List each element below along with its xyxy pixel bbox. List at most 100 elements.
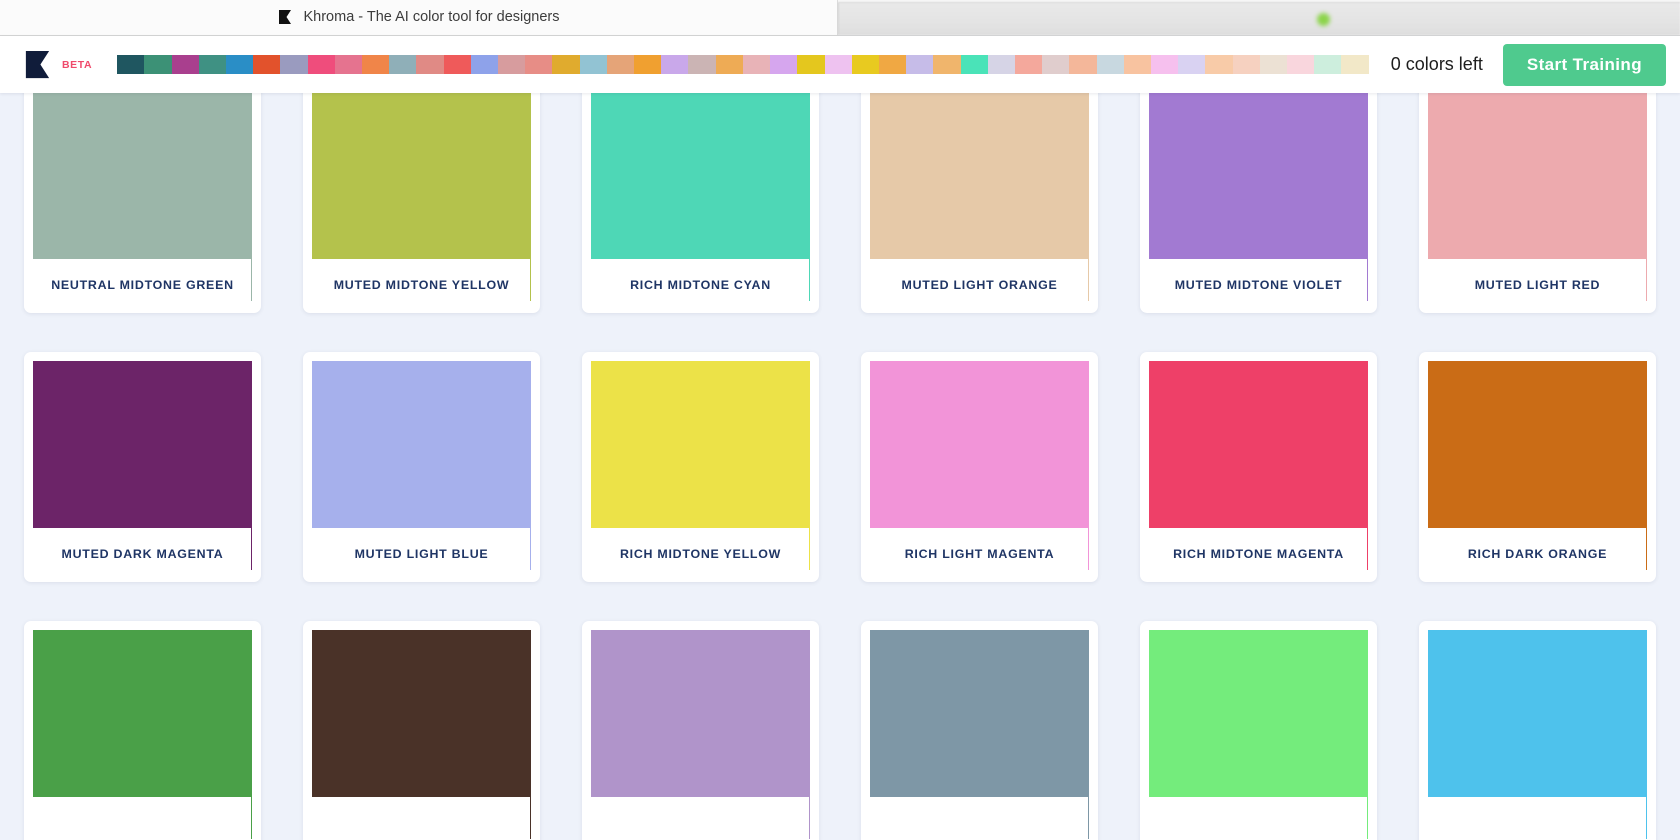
strip-swatch-0[interactable] bbox=[117, 55, 144, 74]
color-card[interactable]: RICH LIGHT MAGENTA bbox=[861, 352, 1098, 582]
strip-swatch-19[interactable] bbox=[634, 55, 661, 74]
strip-swatch-7[interactable] bbox=[308, 55, 335, 74]
color-card[interactable] bbox=[1419, 621, 1656, 840]
strip-swatch-13[interactable] bbox=[471, 55, 498, 74]
strip-swatch-18[interactable] bbox=[607, 55, 634, 74]
strip-swatch-1[interactable] bbox=[144, 55, 171, 74]
color-card[interactable] bbox=[861, 621, 1098, 840]
strip-swatch-15[interactable] bbox=[525, 55, 552, 74]
strip-swatch-16[interactable] bbox=[552, 55, 579, 74]
strip-swatch-45[interactable] bbox=[1341, 55, 1368, 74]
strip-swatch-40[interactable] bbox=[1205, 55, 1232, 74]
color-card[interactable]: MUTED DARK MAGENTA bbox=[24, 352, 261, 582]
color-swatch[interactable] bbox=[33, 361, 252, 528]
strip-swatch-31[interactable] bbox=[961, 55, 988, 74]
strip-swatch-39[interactable] bbox=[1178, 55, 1205, 74]
color-card[interactable]: MUTED LIGHT RED bbox=[1419, 93, 1656, 313]
color-card-label: MUTED LIGHT ORANGE bbox=[870, 259, 1089, 313]
start-training-button[interactable]: Start Training bbox=[1503, 44, 1666, 86]
color-card[interactable]: NEUTRAL MIDTONE GREEN bbox=[24, 93, 261, 313]
color-accent-line bbox=[1646, 93, 1648, 301]
browser-tab-inactive[interactable] bbox=[838, 2, 1680, 35]
color-accent-line bbox=[809, 93, 811, 301]
colors-left-counter: 0 colors left bbox=[1391, 54, 1483, 75]
strip-swatch-36[interactable] bbox=[1097, 55, 1124, 74]
strip-swatch-44[interactable] bbox=[1314, 55, 1341, 74]
color-card[interactable]: RICH MIDTONE CYAN bbox=[582, 93, 819, 313]
strip-swatch-26[interactable] bbox=[825, 55, 852, 74]
strip-swatch-37[interactable] bbox=[1124, 55, 1151, 74]
strip-swatch-24[interactable] bbox=[770, 55, 797, 74]
color-card-label bbox=[33, 797, 252, 840]
strip-swatch-35[interactable] bbox=[1069, 55, 1096, 74]
color-accent-line bbox=[809, 630, 811, 839]
strip-swatch-3[interactable] bbox=[199, 55, 226, 74]
strip-swatch-32[interactable] bbox=[988, 55, 1015, 74]
color-swatch[interactable] bbox=[1428, 361, 1647, 528]
color-accent-line bbox=[251, 93, 253, 301]
strip-swatch-30[interactable] bbox=[933, 55, 960, 74]
color-card[interactable]: RICH MIDTONE MAGENTA bbox=[1140, 352, 1377, 582]
strip-swatch-21[interactable] bbox=[688, 55, 715, 74]
color-swatch[interactable] bbox=[870, 93, 1089, 259]
color-grid-container[interactable]: NEUTRAL MIDTONE GREENMUTED MIDTONE YELLO… bbox=[0, 93, 1680, 840]
color-swatch[interactable] bbox=[312, 93, 531, 259]
beta-badge: BETA bbox=[62, 59, 92, 71]
color-accent-line bbox=[1088, 361, 1090, 570]
color-card[interactable] bbox=[303, 621, 540, 840]
strip-swatch-38[interactable] bbox=[1151, 55, 1178, 74]
strip-swatch-43[interactable] bbox=[1287, 55, 1314, 74]
color-swatch[interactable] bbox=[591, 361, 810, 528]
color-card[interactable]: MUTED MIDTONE YELLOW bbox=[303, 93, 540, 313]
strip-swatch-17[interactable] bbox=[580, 55, 607, 74]
color-accent-line bbox=[1088, 630, 1090, 839]
strip-swatch-5[interactable] bbox=[253, 55, 280, 74]
color-swatch[interactable] bbox=[1149, 361, 1368, 528]
color-swatch[interactable] bbox=[312, 630, 531, 797]
strip-swatch-22[interactable] bbox=[716, 55, 743, 74]
strip-swatch-9[interactable] bbox=[362, 55, 389, 74]
strip-swatch-23[interactable] bbox=[743, 55, 770, 74]
strip-swatch-20[interactable] bbox=[661, 55, 688, 74]
color-swatch[interactable] bbox=[33, 630, 252, 797]
color-swatch[interactable] bbox=[33, 93, 252, 259]
strip-swatch-8[interactable] bbox=[335, 55, 362, 74]
strip-swatch-2[interactable] bbox=[172, 55, 199, 74]
strip-swatch-42[interactable] bbox=[1260, 55, 1287, 74]
color-swatch[interactable] bbox=[1149, 630, 1368, 797]
color-swatch[interactable] bbox=[591, 630, 810, 797]
strip-swatch-25[interactable] bbox=[797, 55, 824, 74]
color-card[interactable] bbox=[24, 621, 261, 840]
strip-swatch-34[interactable] bbox=[1042, 55, 1069, 74]
color-swatch[interactable] bbox=[1149, 93, 1368, 259]
browser-tab-active[interactable]: Khroma - The AI color tool for designers bbox=[0, 0, 838, 35]
strip-swatch-14[interactable] bbox=[498, 55, 525, 74]
brand[interactable]: BETA bbox=[22, 49, 92, 80]
strip-swatch-41[interactable] bbox=[1233, 55, 1260, 74]
strip-swatch-6[interactable] bbox=[280, 55, 307, 74]
color-history-strip[interactable] bbox=[117, 55, 1369, 74]
color-card[interactable]: MUTED LIGHT BLUE bbox=[303, 352, 540, 582]
color-card[interactable] bbox=[1140, 621, 1377, 840]
color-swatch[interactable] bbox=[870, 361, 1089, 528]
strip-swatch-10[interactable] bbox=[389, 55, 416, 74]
color-card-label bbox=[591, 797, 810, 840]
strip-swatch-11[interactable] bbox=[416, 55, 443, 74]
strip-swatch-4[interactable] bbox=[226, 55, 253, 74]
color-swatch[interactable] bbox=[870, 630, 1089, 797]
strip-swatch-12[interactable] bbox=[444, 55, 471, 74]
color-card[interactable]: MUTED LIGHT ORANGE bbox=[861, 93, 1098, 313]
color-card[interactable]: MUTED MIDTONE VIOLET bbox=[1140, 93, 1377, 313]
strip-swatch-33[interactable] bbox=[1015, 55, 1042, 74]
strip-swatch-29[interactable] bbox=[906, 55, 933, 74]
color-card[interactable]: RICH DARK ORANGE bbox=[1419, 352, 1656, 582]
color-swatch[interactable] bbox=[591, 93, 810, 259]
strip-swatch-28[interactable] bbox=[879, 55, 906, 74]
color-swatch[interactable] bbox=[312, 361, 531, 528]
color-swatch[interactable] bbox=[1428, 93, 1647, 259]
color-card[interactable] bbox=[582, 621, 819, 840]
color-swatch[interactable] bbox=[1428, 630, 1647, 797]
strip-swatch-27[interactable] bbox=[852, 55, 879, 74]
color-card[interactable]: RICH MIDTONE YELLOW bbox=[582, 352, 819, 582]
color-accent-line bbox=[251, 361, 253, 570]
